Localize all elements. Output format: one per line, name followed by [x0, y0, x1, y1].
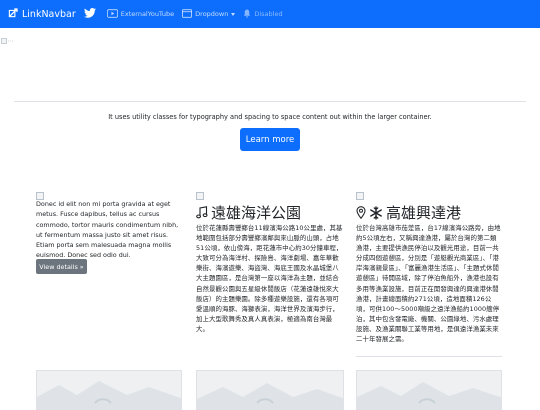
column-1-text: Donec id elit non mi porta gravida at eg…	[36, 200, 179, 260]
snowflake-icon	[369, 205, 383, 220]
brand-label: LinkNavbar	[22, 8, 76, 20]
nav-dropdown-label: Dropdown	[195, 10, 229, 18]
navbar-brand[interactable]: LinkNavbar	[8, 7, 76, 21]
location-pin-icon	[356, 206, 366, 219]
column-3-body: 位於台灣高雄市茄萣區，台17線濱海公路旁，由地約5公頃左右，又稱興達漁港，屬於台…	[356, 224, 501, 344]
chevron-down-icon	[231, 12, 236, 16]
navbar: LinkNavbar ExternalYouTube Dropdown Disa…	[0, 0, 540, 28]
nav-external-youtube-label: ExternalYouTube	[120, 10, 175, 18]
card-image-2	[196, 370, 344, 410]
nav-external-youtube[interactable]: ExternalYouTube	[106, 8, 175, 20]
column-2-image	[196, 192, 204, 200]
hero-image	[1, 29, 15, 44]
nav-disabled: Disabled	[243, 9, 283, 20]
card-image-1	[36, 370, 182, 410]
hero-lead-text: It uses utility classes for typography a…	[108, 113, 432, 121]
nav-dropdown[interactable]: Dropdown	[182, 8, 236, 20]
brand-icon	[8, 7, 22, 21]
music-note-icon	[196, 206, 208, 219]
column-3-title: 高雄興達港	[386, 204, 462, 222]
twitter-icon	[83, 8, 99, 20]
column-3-image	[356, 192, 364, 200]
column-2-body: 位於花蓮縣壽豐鄉台11線濱海公路10公里處，其基地範圍包括部分壽豐鄉濱鄰與來山脈…	[196, 224, 343, 333]
window-icon	[182, 8, 195, 20]
card-image-3	[356, 370, 502, 410]
bell-icon	[243, 9, 254, 20]
view-details-button[interactable]: View details »	[36, 259, 87, 274]
column-3-divider	[356, 356, 502, 357]
hero-divider	[14, 101, 526, 102]
column-3-heading: 高雄興達港	[356, 202, 461, 223]
column-2-heading: 遠雄海洋公園	[196, 202, 301, 223]
nav-twitter[interactable]	[83, 8, 99, 20]
learn-more-button[interactable]: Learn more	[240, 128, 300, 151]
nav-disabled-label: Disabled	[254, 10, 283, 18]
column-2-title: 遠雄海洋公園	[211, 204, 302, 222]
youtube-icon	[106, 8, 121, 20]
